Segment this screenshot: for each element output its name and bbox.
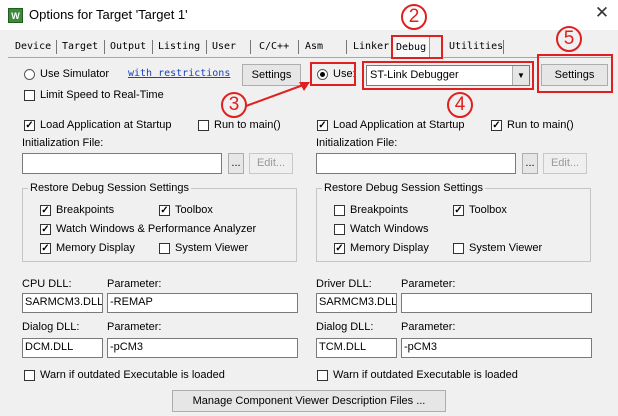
annotation-box-debugger-select	[362, 61, 534, 90]
right-watch-windows-checkbox[interactable]	[334, 224, 345, 235]
left-init-file-label: Initialization File:	[22, 137, 104, 149]
left-breakpoints-label: Breakpoints	[56, 204, 115, 216]
left-dialog-dll-label: Dialog DLL:	[22, 321, 80, 333]
right-run-to-main-label: Run to main()	[507, 119, 574, 131]
right-edit-button[interactable]: Edit...	[543, 153, 587, 174]
left-toolbox-label: Toolbox	[175, 204, 213, 216]
app-icon: W	[8, 8, 23, 23]
driver-dll-input[interactable]: SARMCM3.DLL	[316, 293, 397, 313]
right-dialog-parameter-label: Parameter:	[401, 321, 456, 333]
right-run-to-main-checkbox[interactable]: ✓	[491, 120, 502, 131]
right-init-file-label: Initialization File:	[316, 137, 398, 149]
tab-separator	[56, 40, 57, 54]
left-system-viewer-label: System Viewer	[175, 242, 249, 254]
tab-separator	[250, 40, 251, 54]
tab-separator	[346, 40, 347, 54]
left-system-viewer-checkbox[interactable]	[159, 243, 170, 254]
right-system-viewer-label: System Viewer	[469, 242, 543, 254]
right-warn-checkbox[interactable]	[317, 370, 328, 381]
right-dialog-parameter-input[interactable]: -pCM3	[401, 338, 592, 358]
annotation-number-2: 2	[408, 6, 420, 27]
driver-parameter-label: Parameter:	[401, 278, 456, 290]
annotation-box-debug-tab	[391, 35, 443, 59]
left-breakpoints-checkbox[interactable]: ✓	[40, 205, 51, 216]
annotation-number-5: 5	[563, 28, 575, 49]
tab-separator	[503, 40, 504, 54]
limit-speed-checkbox[interactable]	[24, 90, 35, 101]
driver-dll-label: Driver DLL:	[316, 278, 372, 290]
tab-asm[interactable]: Asm	[302, 38, 327, 56]
tab-separator	[104, 40, 105, 54]
tab-user[interactable]: User	[209, 38, 240, 56]
window-title: Options for Target 'Target 1'	[29, 7, 188, 22]
annotation-box-use-radio	[310, 62, 356, 86]
right-load-app-label: Load Application at Startup	[333, 119, 465, 131]
left-run-to-main-checkbox[interactable]	[198, 120, 209, 131]
right-system-viewer-checkbox[interactable]	[453, 243, 464, 254]
cpu-dll-input[interactable]: SARMCM3.DLL	[22, 293, 103, 313]
right-toolbox-checkbox[interactable]: ✓	[453, 205, 464, 216]
right-browse-button[interactable]: ...	[522, 153, 538, 174]
right-memory-display-label: Memory Display	[350, 242, 429, 254]
right-breakpoints-label: Breakpoints	[350, 204, 409, 216]
use-simulator-radio[interactable]	[24, 69, 35, 80]
tab-utilities[interactable]: Utilities	[446, 38, 507, 56]
right-breakpoints-checkbox[interactable]	[334, 205, 345, 216]
tab-separator	[152, 40, 153, 54]
left-init-file-input[interactable]	[22, 153, 222, 174]
left-dialog-dll-input[interactable]: DCM.DLL	[22, 338, 103, 358]
right-watch-windows-label: Watch Windows	[350, 223, 429, 235]
right-memory-display-checkbox[interactable]: ✓	[334, 243, 345, 254]
right-restore-group-title: Restore Debug Session Settings	[322, 182, 485, 194]
left-warn-label: Warn if outdated Executable is loaded	[40, 369, 225, 381]
tab-linker[interactable]: Linker	[350, 38, 393, 56]
left-memory-display-checkbox[interactable]: ✓	[40, 243, 51, 254]
tab-separator	[298, 40, 299, 54]
right-init-file-input[interactable]	[316, 153, 516, 174]
manage-component-viewer-button[interactable]: Manage Component Viewer Description File…	[172, 390, 446, 412]
left-run-to-main-label: Run to main()	[214, 119, 281, 131]
right-toolbox-label: Toolbox	[469, 204, 507, 216]
left-warn-checkbox[interactable]	[24, 370, 35, 381]
cpu-parameter-label: Parameter:	[107, 278, 162, 290]
annotation-arrow	[245, 82, 310, 107]
left-memory-display-label: Memory Display	[56, 242, 135, 254]
left-restore-group-title: Restore Debug Session Settings	[28, 182, 191, 194]
use-simulator-label: Use Simulator	[40, 68, 110, 80]
left-edit-button[interactable]: Edit...	[249, 153, 293, 174]
limit-speed-label: Limit Speed to Real-Time	[40, 89, 164, 101]
left-dialog-parameter-label: Parameter:	[107, 321, 162, 333]
left-load-app-label: Load Application at Startup	[40, 119, 172, 131]
close-icon[interactable]: ✕	[592, 3, 612, 23]
right-load-app-checkbox[interactable]: ✓	[317, 120, 328, 131]
tab-separator	[206, 40, 207, 54]
left-watch-windows-checkbox[interactable]: ✓	[40, 224, 51, 235]
right-dialog-dll-input[interactable]: TCM.DLL	[316, 338, 397, 358]
left-dialog-parameter-input[interactable]: -pCM3	[107, 338, 298, 358]
right-dialog-dll-label: Dialog DLL:	[316, 321, 374, 333]
cpu-dll-label: CPU DLL:	[22, 278, 72, 290]
tab-baseline	[8, 57, 612, 58]
tab-output[interactable]: Output	[107, 38, 150, 56]
cpu-parameter-input[interactable]: -REMAP	[107, 293, 298, 313]
driver-parameter-input[interactable]	[401, 293, 592, 313]
tab-c-cpp[interactable]: C/C++	[256, 38, 293, 56]
tab-target[interactable]: Target	[59, 38, 102, 56]
left-browse-button[interactable]: ...	[228, 153, 244, 174]
right-warn-label: Warn if outdated Executable is loaded	[333, 369, 518, 381]
annotation-number-4: 4	[454, 94, 466, 115]
left-toolbox-checkbox[interactable]: ✓	[159, 205, 170, 216]
restrictions-link[interactable]: with restrictions	[128, 68, 230, 79]
left-watch-windows-label: Watch Windows & Performance Analyzer	[56, 223, 257, 235]
annotation-box-settings-button	[537, 54, 613, 93]
tab-listing[interactable]: Listing	[155, 38, 204, 56]
left-load-app-checkbox[interactable]: ✓	[24, 120, 35, 131]
tab-device[interactable]: Device	[12, 38, 55, 56]
